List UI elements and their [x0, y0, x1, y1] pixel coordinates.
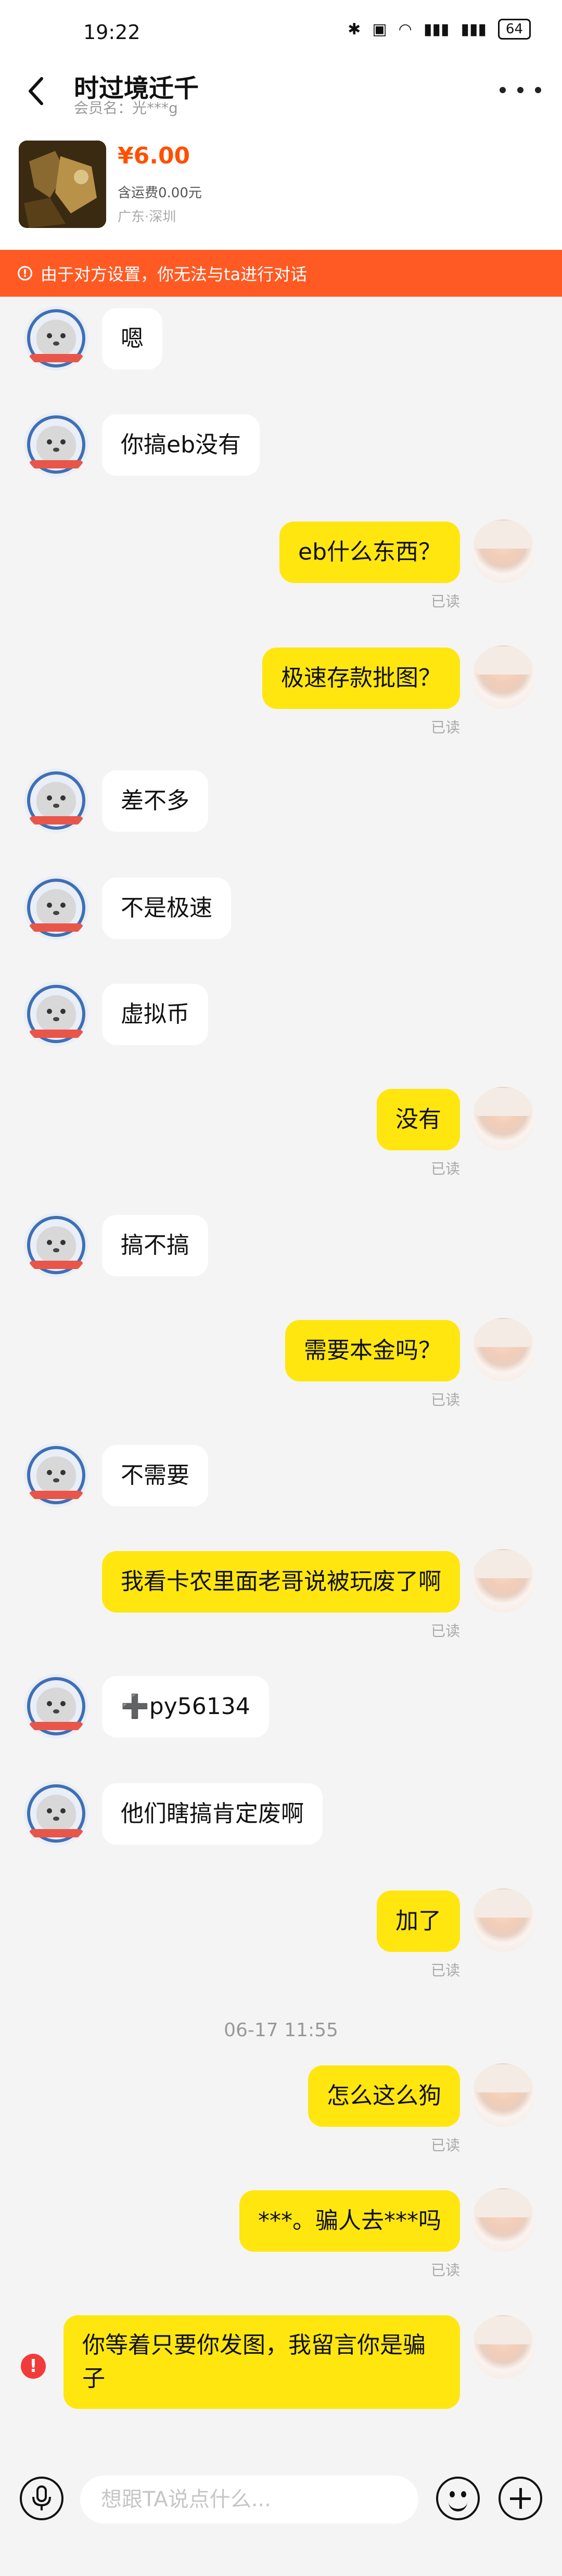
- bluetooth-icon: ✱: [348, 20, 361, 39]
- read-status: 已读: [430, 2262, 460, 2279]
- seller-avatar[interactable]: [24, 1781, 88, 1846]
- user-avatar[interactable]: [471, 1549, 535, 1613]
- product-image[interactable]: [19, 141, 106, 228]
- product-card[interactable]: ¥6.00 含运费0.00元 广东·深圳: [0, 135, 562, 250]
- more-options-button[interactable]: [500, 77, 541, 103]
- chat-header: 时过境迁千 会员名：光***g: [0, 62, 562, 146]
- read-status: 已读: [430, 593, 460, 610]
- message-bubble[interactable]: ***。骗人去***吗: [239, 2190, 460, 2252]
- signal-5g-icon: ▮▮▮: [423, 20, 450, 39]
- message-bubble[interactable]: 搞不搞: [102, 1215, 208, 1276]
- send-failed-icon[interactable]: !: [21, 2354, 46, 2379]
- voice-button[interactable]: [20, 2477, 63, 2520]
- user-avatar[interactable]: [471, 1087, 535, 1150]
- emoji-eye: [450, 2491, 455, 2497]
- more-dot-icon: [517, 87, 523, 93]
- input-bar: [0, 2446, 562, 2576]
- seller-avatar[interactable]: [24, 768, 88, 833]
- read-status: 已读: [430, 2137, 460, 2154]
- battery-icon: 64: [497, 19, 531, 40]
- status-time: 19:22: [83, 21, 140, 44]
- message-bubble[interactable]: eb什么东西？: [279, 522, 460, 583]
- message-input[interactable]: [80, 2476, 418, 2523]
- message-bubble[interactable]: 嗯: [102, 308, 162, 370]
- microphone-icon: [32, 2485, 51, 2510]
- message-bubble[interactable]: 极速存款批图？: [262, 648, 460, 709]
- message-bubble[interactable]: 不需要: [102, 1445, 208, 1506]
- user-avatar[interactable]: [471, 2063, 535, 2127]
- message-bubble[interactable]: 没有: [377, 1089, 460, 1150]
- message-bubble[interactable]: 虚拟币: [102, 984, 208, 1045]
- message-bubble[interactable]: 你等着只要你发图，我留言你是骗子: [63, 2315, 460, 2409]
- message-bubble[interactable]: 怎么这么狗: [308, 2065, 460, 2127]
- user-avatar[interactable]: [471, 519, 535, 583]
- user-avatar[interactable]: [471, 2315, 535, 2379]
- more-dot-icon: [535, 87, 541, 93]
- message-bubble[interactable]: 需要本金吗？: [285, 1320, 460, 1381]
- signal-4g-icon: ▮▮▮: [461, 20, 487, 39]
- read-status: 已读: [430, 719, 460, 736]
- message-bubble[interactable]: 不是极速: [102, 878, 231, 939]
- message-bubble[interactable]: 加了: [377, 1890, 460, 1952]
- alert-circle-icon: !: [18, 266, 32, 281]
- product-shipping: 含运费0.00元: [118, 185, 202, 201]
- user-avatar[interactable]: [471, 645, 535, 709]
- emoji-button[interactable]: [436, 2477, 480, 2520]
- timestamp: 06-17 11:55: [224, 2020, 338, 2041]
- message-bubble[interactable]: ➕py56134: [102, 1676, 269, 1737]
- read-status: 已读: [430, 1391, 460, 1408]
- seller-avatar[interactable]: [24, 412, 88, 477]
- seller-avatar[interactable]: [24, 306, 88, 371]
- seller-avatar[interactable]: [24, 1213, 88, 1277]
- seller-avatar[interactable]: [24, 1674, 88, 1739]
- seller-avatar[interactable]: [24, 875, 88, 940]
- product-price: ¥6.00: [118, 143, 190, 169]
- nfc-icon: ▣: [372, 20, 387, 39]
- notice-text: 由于对方设置，你无法与ta进行对话: [41, 264, 308, 284]
- message-bubble[interactable]: 差不多: [102, 770, 208, 832]
- member-name: 会员名：光***g: [74, 99, 178, 117]
- status-icons: ✱ ▣ ◠ ▮▮▮ ▮▮▮ 64: [348, 19, 531, 40]
- wifi-icon: ◠: [398, 20, 412, 39]
- seller-avatar[interactable]: [24, 1443, 88, 1507]
- seller-avatar[interactable]: [24, 982, 88, 1046]
- status-bar: 19:22 ✱ ▣ ◠ ▮▮▮ ▮▮▮ 64: [0, 0, 562, 62]
- user-avatar[interactable]: [471, 1318, 535, 1381]
- more-dot-icon: [500, 87, 506, 93]
- read-status: 已读: [430, 1622, 460, 1640]
- notice-bar: ! 由于对方设置，你无法与ta进行对话: [0, 250, 562, 297]
- message-bubble[interactable]: 我看卡农里面老哥说被玩废了啊: [102, 1551, 460, 1613]
- read-status: 已读: [430, 1962, 460, 1979]
- product-location: 广东·深圳: [118, 209, 176, 225]
- message-bubble[interactable]: 你搞eb没有: [102, 414, 260, 476]
- more-actions-button[interactable]: [499, 2477, 542, 2520]
- emoji-mouth: [449, 2499, 467, 2511]
- chevron-left-icon: [29, 77, 43, 105]
- user-avatar[interactable]: [471, 2188, 535, 2252]
- message-bubble[interactable]: 他们瞎搞肯定废啊: [102, 1783, 323, 1845]
- emoji-eye: [461, 2491, 466, 2497]
- user-avatar[interactable]: [471, 1888, 535, 1952]
- read-status: 已读: [430, 1160, 460, 1177]
- back-button[interactable]: [20, 73, 51, 109]
